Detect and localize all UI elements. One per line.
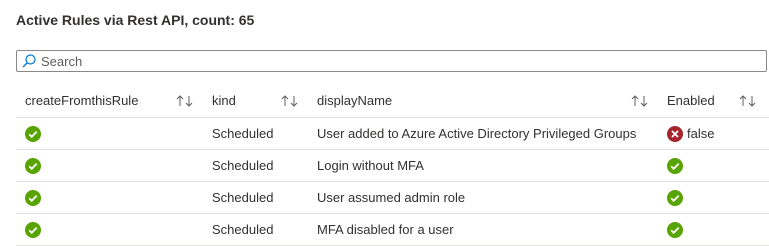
search-input[interactable] <box>41 52 761 70</box>
column-header-displayname[interactable]: displayName <box>317 84 657 117</box>
check-circle-icon <box>667 189 683 206</box>
create-from-rule-cell <box>25 150 205 181</box>
sort-icon[interactable] <box>281 84 299 117</box>
create-from-rule-cell <box>25 214 205 245</box>
kind-cell: Scheduled <box>212 190 274 205</box>
column-header-label: kind <box>212 93 236 108</box>
kind-cell: Scheduled <box>212 126 274 141</box>
check-circle-icon <box>667 157 683 174</box>
check-circle-icon <box>25 189 41 206</box>
display-name-cell: Login without MFA <box>317 158 424 173</box>
enabled-cell <box>667 182 767 213</box>
display-name-cell: User added to Azure Active Directory Pri… <box>317 126 637 141</box>
check-circle-icon <box>25 125 41 142</box>
table-header: createFromthisRule kind displayName Enab… <box>16 84 769 118</box>
rules-table: createFromthisRule kind displayName Enab… <box>16 84 769 246</box>
table-row[interactable]: Scheduled MFA disabled for a user <box>16 214 769 246</box>
enabled-cell <box>667 150 767 181</box>
check-circle-icon <box>25 221 41 238</box>
sort-icon[interactable] <box>739 84 757 117</box>
create-from-rule-cell <box>25 182 205 213</box>
sort-icon[interactable] <box>631 84 649 117</box>
sort-icon[interactable] <box>176 84 194 117</box>
enabled-value: false <box>687 126 715 141</box>
search-icon <box>21 53 37 69</box>
column-header-label: Enabled <box>667 93 715 108</box>
enabled-cell <box>667 214 767 245</box>
error-circle-icon <box>667 125 683 142</box>
table-row[interactable]: Scheduled Login without MFA <box>16 150 769 182</box>
display-name-cell: MFA disabled for a user <box>317 222 454 237</box>
check-circle-icon <box>25 157 41 174</box>
column-header-label: createFromthisRule <box>25 93 139 108</box>
kind-cell: Scheduled <box>212 158 274 173</box>
kind-cell: Scheduled <box>212 222 274 237</box>
create-from-rule-cell <box>25 118 205 149</box>
page-title: Active Rules via Rest API, count: 65 <box>16 12 255 28</box>
display-name-cell: User assumed admin role <box>317 190 466 205</box>
check-circle-icon <box>667 221 683 238</box>
column-header-label: displayName <box>317 93 393 108</box>
table-row[interactable]: Scheduled User added to Azure Active Dir… <box>16 118 769 150</box>
table-row[interactable]: Scheduled User assumed admin role <box>16 182 769 214</box>
search-box[interactable] <box>16 50 767 72</box>
enabled-cell: false <box>667 118 767 149</box>
